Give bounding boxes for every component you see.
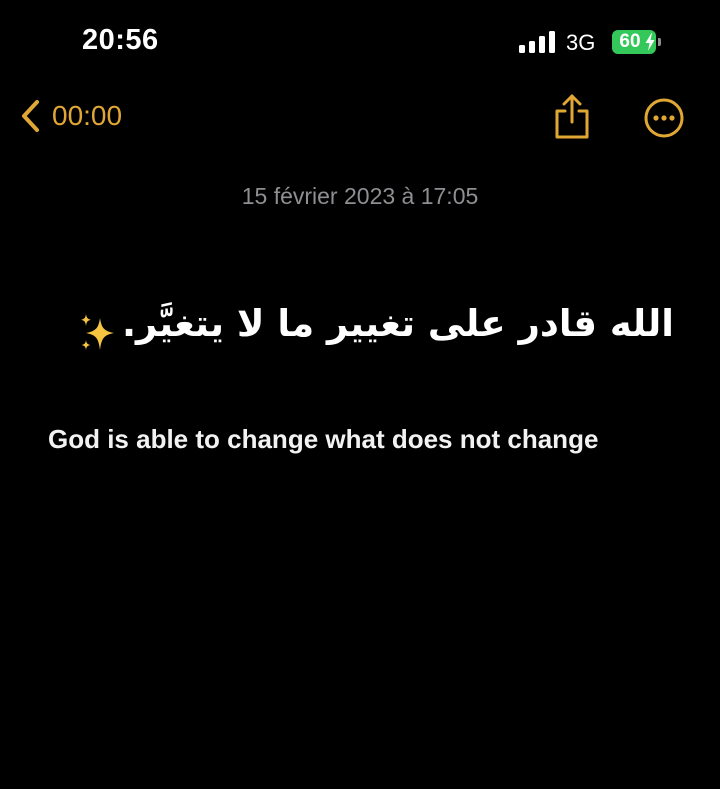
sparkles-icon: [81, 314, 114, 350]
battery-indicator: 60: [612, 30, 662, 54]
signal-icon: [519, 31, 556, 53]
battery-cap: [658, 38, 661, 46]
status-bar: 20:56 3G 60: [0, 0, 720, 84]
note-english-text[interactable]: God is able to change what does not chan…: [48, 424, 598, 455]
note-date: 15 février 2023 à 17:05: [241, 183, 479, 209]
more-icon[interactable]: [643, 97, 685, 139]
nav-bar: 00:00: [0, 84, 720, 154]
charge-icon: [645, 33, 655, 51]
network-type: 3G: [566, 30, 596, 55]
status-time: 20:56: [82, 24, 159, 56]
note-arabic-text[interactable]: الله قادر على تغيير ما لا يتغيَّر.: [40, 302, 674, 345]
chevron-left-icon: [22, 100, 39, 132]
back-label: 00:00: [52, 100, 123, 131]
back-button[interactable]: 00:00: [18, 94, 122, 138]
share-icon[interactable]: [552, 92, 592, 140]
